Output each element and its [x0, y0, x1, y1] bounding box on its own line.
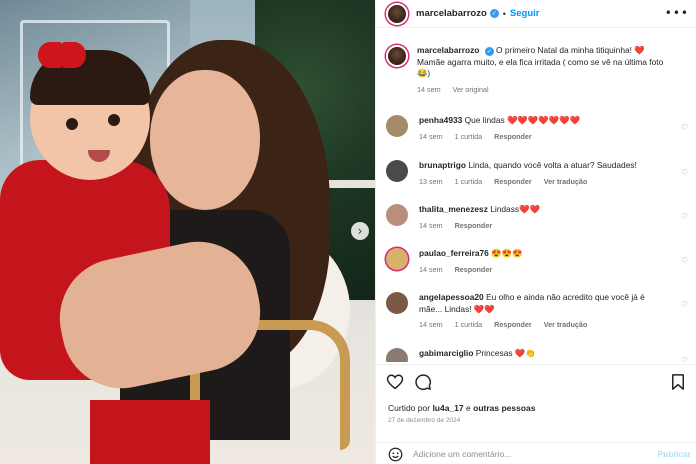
reply-button[interactable]: Responder	[494, 177, 532, 186]
post-photo[interactable]: ›	[0, 0, 375, 464]
like-comment-icon[interactable]: ♡	[681, 168, 690, 177]
comment-item: paulao_ferreira76 😍😍😍 14 sem Responder ♡	[386, 248, 688, 275]
reply-button[interactable]: Responder	[455, 265, 493, 274]
see-translation-link[interactable]: Ver tradução	[544, 320, 588, 329]
comment-likes[interactable]: 1 curtida	[455, 132, 483, 141]
comment-username[interactable]: thalita_menezesz	[419, 204, 488, 214]
reply-button[interactable]: Responder	[494, 320, 532, 329]
comment-username[interactable]: paulao_ferreira76	[419, 248, 489, 258]
comment-time[interactable]: 14 sem	[419, 320, 443, 329]
see-original-link[interactable]: Ver original	[453, 85, 489, 94]
comment-avatar[interactable]	[386, 115, 408, 137]
add-comment-input[interactable]: Adicione um comentário...	[413, 449, 657, 459]
comment-text: Lindass❤️❤️	[490, 204, 540, 214]
emoji-icon[interactable]	[388, 447, 403, 462]
comment-likes[interactable]: 1 curtida	[455, 320, 483, 329]
comment-icon[interactable]	[414, 373, 432, 391]
next-photo-button[interactable]: ›	[351, 222, 369, 240]
like-comment-icon[interactable]: ♡	[681, 123, 690, 132]
avatar[interactable]	[386, 2, 408, 25]
reply-button[interactable]: Responder	[455, 221, 493, 230]
liked-by-suffix: e	[466, 403, 471, 413]
comment-username[interactable]: penha4933	[419, 115, 462, 125]
like-comment-icon[interactable]: ♡	[681, 256, 690, 265]
photo-baby-pants	[90, 400, 210, 464]
add-comment-bar: Adicione um comentário... Publicar	[376, 442, 696, 464]
caption-avatar[interactable]	[386, 45, 408, 67]
caption-username[interactable]: marcelabarrozo	[417, 45, 479, 55]
caption: marcelabarrozo ✓ O primeiro Natal da min…	[386, 45, 686, 95]
comment-item: gabimarciglio Princesas ❤️👏 ♡	[386, 348, 688, 362]
comment-username[interactable]: gabimarciglio	[419, 348, 473, 358]
comment-time[interactable]: 13 sem	[419, 177, 443, 186]
comment-text: Princesas ❤️👏	[475, 348, 536, 358]
follow-button[interactable]: Seguir	[510, 8, 540, 19]
liked-by-prefix: Curtido por	[388, 403, 431, 413]
like-comment-icon[interactable]: ♡	[681, 212, 690, 221]
bookmark-icon[interactable]	[669, 373, 687, 391]
post-date[interactable]: 27 de dezembro de 2024	[388, 417, 460, 424]
comment-avatar[interactable]	[386, 248, 408, 270]
liked-by-others[interactable]: outras pessoas	[473, 403, 535, 413]
comment-username[interactable]: angelapessoa20	[419, 292, 484, 302]
publish-button[interactable]: Publicar	[657, 449, 691, 459]
comment-avatar[interactable]	[386, 292, 408, 314]
like-comment-icon[interactable]: ♡	[681, 356, 690, 362]
verified-icon: ✓	[489, 9, 499, 18]
comment-avatar[interactable]	[386, 160, 408, 182]
verified-icon: ✓	[484, 47, 494, 57]
post-actions: Curtido por lu4a_17 e outras pessoas 27 …	[376, 364, 696, 464]
header-username[interactable]: marcelabarrozo	[416, 8, 487, 19]
heart-icon[interactable]	[386, 373, 404, 391]
comments-list[interactable]: marcelabarrozo ✓ O primeiro Natal da min…	[376, 30, 696, 362]
comment-item: thalita_menezesz Lindass❤️❤️ 14 sem Resp…	[386, 204, 688, 231]
photo-woman-face	[150, 70, 260, 210]
caption-time[interactable]: 14 sem	[417, 85, 441, 94]
post-header: marcelabarrozo ✓ • Seguir •••	[376, 0, 696, 28]
like-comment-icon[interactable]: ♡	[681, 300, 690, 309]
comment-avatar[interactable]	[386, 348, 408, 362]
comment-item: penha4933 Que lindas ❤️❤️❤️❤️❤️❤️❤️ 14 s…	[386, 115, 688, 142]
photo-baby-bow	[38, 42, 86, 68]
comment-avatar[interactable]	[386, 204, 408, 226]
comment-text: Linda, quando você volta a atuar? Saudad…	[468, 160, 637, 170]
comment-time[interactable]: 14 sem	[419, 265, 443, 274]
comment-text: 😍😍😍	[491, 248, 523, 258]
liked-by-user[interactable]: lu4a_17	[432, 403, 463, 413]
separator-dot: •	[502, 8, 506, 19]
reply-button[interactable]: Responder	[494, 132, 532, 141]
comment-likes[interactable]: 1 curtida	[455, 177, 483, 186]
comment-item: brunaptrigo Linda, quando você volta a a…	[386, 160, 688, 187]
comment-username[interactable]: brunaptrigo	[419, 160, 466, 170]
action-bar	[386, 373, 687, 393]
see-translation-link[interactable]: Ver tradução	[544, 177, 588, 186]
photo-baby-eye-left	[66, 118, 78, 130]
post-side-panel: marcelabarrozo ✓ • Seguir ••• marcelabar…	[375, 0, 696, 464]
comment-time[interactable]: 14 sem	[419, 132, 443, 141]
comment-item: angelapessoa20 Eu olho e ainda não acred…	[386, 292, 688, 331]
comment-time[interactable]: 14 sem	[419, 221, 443, 230]
comment-text: Que lindas ❤️❤️❤️❤️❤️❤️❤️	[464, 115, 580, 125]
more-options-icon[interactable]: •••	[665, 6, 689, 20]
photo-baby-eye-right	[108, 114, 120, 126]
liked-by: Curtido por lu4a_17 e outras pessoas	[388, 403, 536, 413]
